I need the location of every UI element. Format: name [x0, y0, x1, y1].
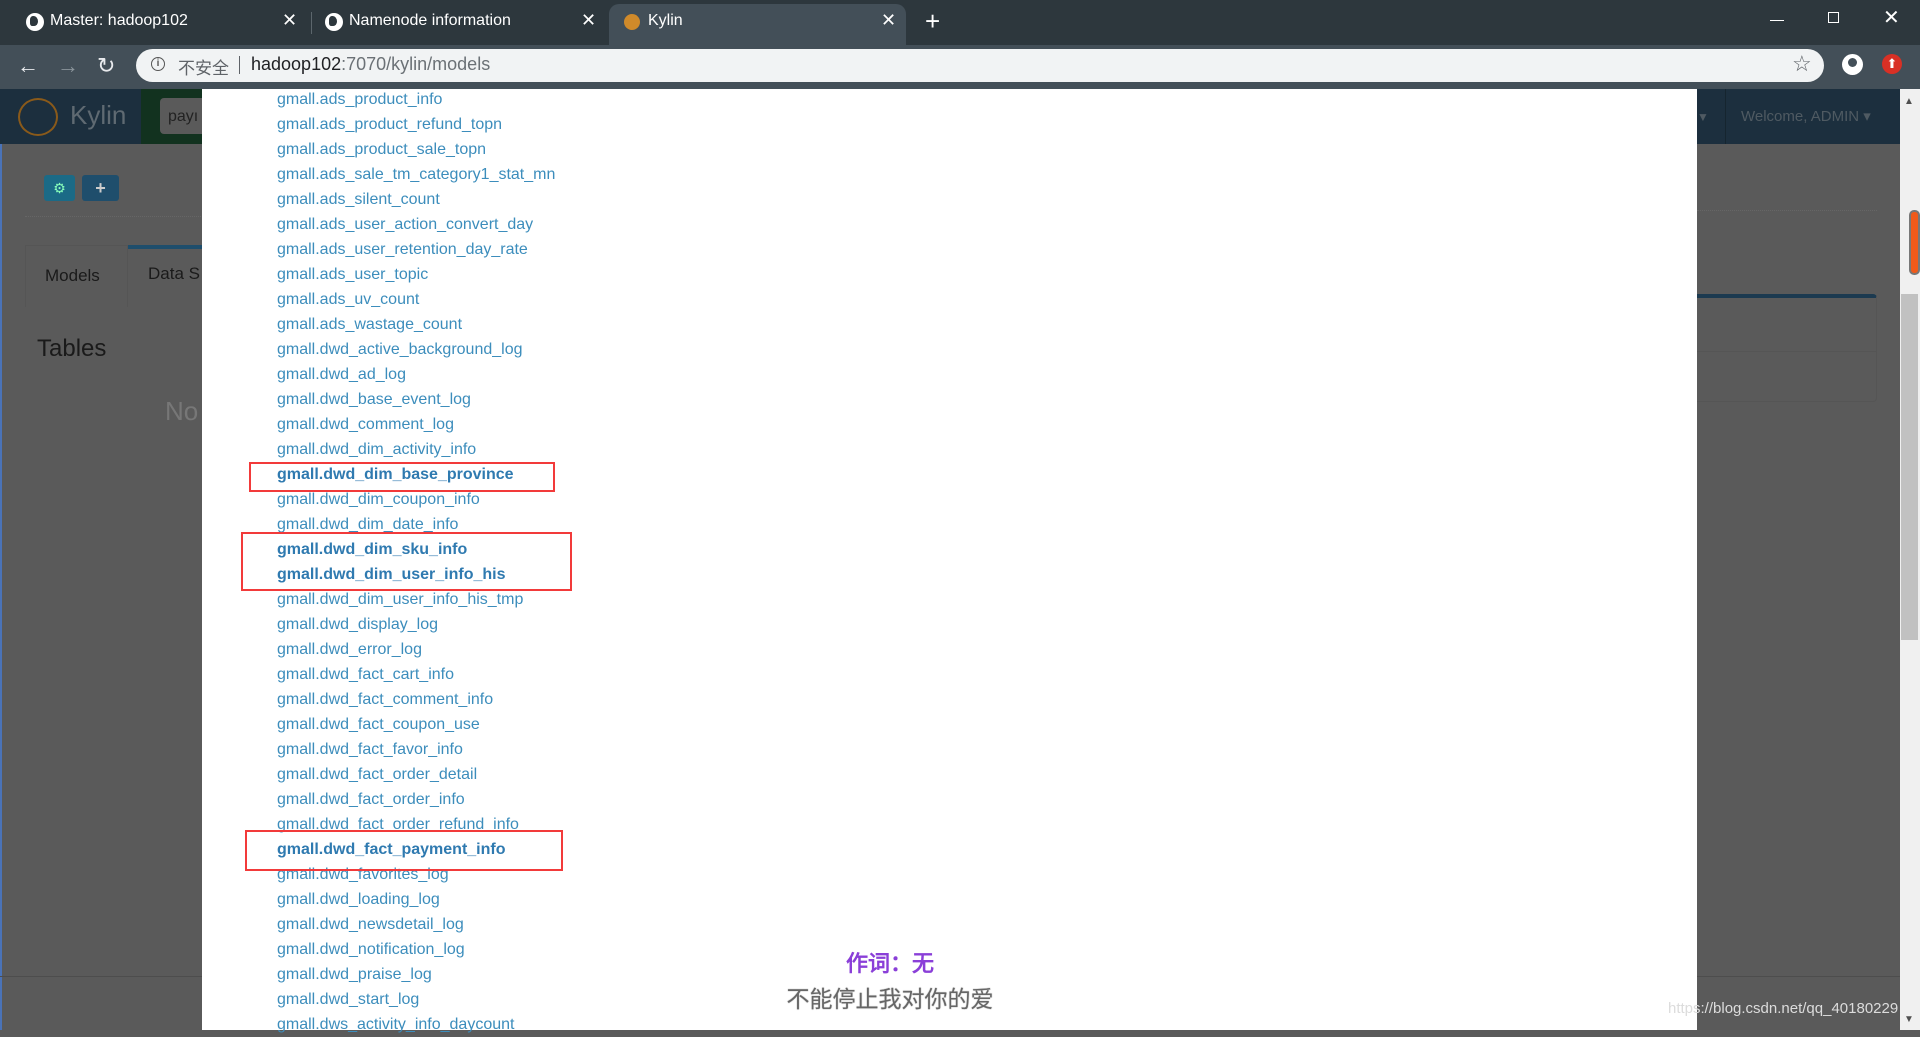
kylin-logo-icon [18, 98, 58, 136]
tab-data-source[interactable]: Data S [148, 264, 200, 284]
table-list-item[interactable]: gmall.dwd_fact_order_detail [277, 762, 477, 787]
table-list-item[interactable]: gmall.ads_product_refund_topn [277, 112, 502, 137]
close-tab-icon[interactable]: ✕ [881, 10, 896, 31]
url-host: hadoop102 [251, 54, 342, 74]
tab-divider [311, 12, 312, 34]
table-list-item[interactable]: gmall.dwd_display_log [277, 612, 438, 637]
tab-master[interactable]: Master: hadoop102 ✕ [26, 0, 306, 45]
caret-down-icon[interactable]: ▼ [1697, 110, 1709, 124]
divider [1697, 210, 1877, 211]
url-path: :7070/kylin/models [341, 54, 491, 74]
divider [1725, 89, 1726, 144]
globe-icon [325, 13, 343, 31]
tab-label: Models [45, 266, 100, 285]
table-list-item[interactable]: gmall.ads_user_action_convert_day [277, 212, 533, 237]
info-icon[interactable]: i [151, 57, 165, 71]
watermark: https://blog.csdn.net/qq_40180229 [1668, 1000, 1899, 1017]
highlight-box [241, 532, 572, 591]
table-list-item[interactable]: gmall.ads_silent_count [277, 187, 440, 212]
table-list-item[interactable]: gmall.dwd_fact_comment_info [277, 687, 493, 712]
table-list-item[interactable]: gmall.dwd_fact_coupon_use [277, 712, 480, 737]
separator [239, 56, 240, 74]
table-list-item[interactable]: gmall.ads_user_retention_day_rate [277, 237, 528, 262]
table-list-item[interactable]: gmall.dwd_error_log [277, 637, 422, 662]
window-close-button[interactable]: ✕ [1883, 5, 1900, 30]
table-list-item[interactable]: gmall.dws_activity_info_daycount [277, 1012, 514, 1037]
right-panel [1697, 294, 1877, 402]
add-button[interactable]: + [82, 175, 119, 201]
no-data-text: No [165, 396, 199, 426]
account-icon[interactable] [1842, 54, 1863, 75]
table-list-item[interactable]: gmall.dwd_newsdetail_log [277, 912, 464, 937]
tab-kylin[interactable]: Kylin ✕ [624, 0, 904, 45]
restore-button[interactable] [1828, 12, 1839, 23]
url-text[interactable]: hadoop102:7070/kylin/models [251, 54, 490, 75]
gear-icon[interactable]: ⚙ [44, 175, 75, 201]
welcome-text: Welcome, ADMIN [1741, 108, 1860, 125]
bookmark-star-icon[interactable]: ☆ [1792, 51, 1812, 77]
kylin-logo-icon [624, 14, 640, 30]
highlight-box [249, 462, 555, 492]
table-list-item[interactable]: gmall.dwd_fact_favor_info [277, 737, 463, 762]
table-list-item[interactable]: gmall.dwd_praise_log [277, 962, 432, 987]
update-icon[interactable]: ⬆ [1882, 54, 1902, 74]
divider [25, 216, 205, 217]
table-list-item[interactable]: gmall.dwd_base_event_log [277, 387, 471, 412]
highlight-box [245, 830, 563, 871]
globe-icon [26, 13, 44, 31]
scroll-up-arrow[interactable]: ▲ [1904, 96, 1914, 107]
table-list-item[interactable]: gmall.dwd_notification_log [277, 937, 465, 962]
table-list-item[interactable]: gmall.dwd_ad_log [277, 362, 406, 387]
tab-namenode[interactable]: Namenode information ✕ [325, 0, 605, 45]
tables-heading: Tables [37, 335, 107, 362]
subtitle-line-1: 作词：无 [845, 951, 934, 976]
scroll-down-arrow[interactable]: ▼ [1904, 1014, 1914, 1025]
scrollbar-thumb[interactable] [1901, 294, 1918, 640]
table-list-item[interactable]: gmall.dwd_start_log [277, 987, 419, 1012]
security-label: 不安全 [178, 59, 229, 78]
active-tab-indicator [128, 245, 202, 249]
table-list-item[interactable]: gmall.ads_uv_count [277, 287, 419, 312]
table-list-item[interactable]: gmall.dwd_fact_order_info [277, 787, 465, 812]
table-list-item[interactable]: gmall.ads_product_info [277, 87, 442, 112]
forward-button[interactable]: → [57, 53, 79, 79]
back-button[interactable]: ← [17, 53, 39, 79]
table-list-item[interactable]: gmall.dwd_loading_log [277, 887, 440, 912]
minimize-button[interactable] [1770, 20, 1784, 21]
tab-models[interactable]: Models [25, 245, 128, 307]
close-tab-icon[interactable]: ✕ [581, 10, 596, 31]
side-widget-handle[interactable] [1909, 210, 1920, 275]
table-list-item[interactable]: gmall.dwd_comment_log [277, 412, 454, 437]
reload-button[interactable]: ↻ [97, 53, 115, 79]
brand-name[interactable]: Kylin [70, 100, 126, 131]
close-tab-icon[interactable]: ✕ [282, 10, 297, 31]
table-list-item[interactable]: gmall.dwd_fact_cart_info [277, 662, 454, 687]
new-tab-button[interactable]: + [925, 6, 940, 37]
table-list-item[interactable]: gmall.ads_sale_tm_category1_stat_mn [277, 162, 555, 187]
subtitle-line-2: 不能停止我对你的爱 [786, 986, 994, 1012]
table-list-item[interactable]: gmall.dwd_dim_activity_info [277, 437, 476, 462]
table-list-item[interactable]: gmall.dwd_active_background_log [277, 337, 523, 362]
table-list-item[interactable]: gmall.ads_user_topic [277, 262, 428, 287]
table-list-item[interactable]: gmall.ads_wastage_count [277, 312, 462, 337]
table-list-item[interactable]: gmall.ads_product_sale_topn [277, 137, 486, 162]
welcome-user-menu[interactable]: Welcome, ADMIN ▾ [1741, 107, 1871, 125]
